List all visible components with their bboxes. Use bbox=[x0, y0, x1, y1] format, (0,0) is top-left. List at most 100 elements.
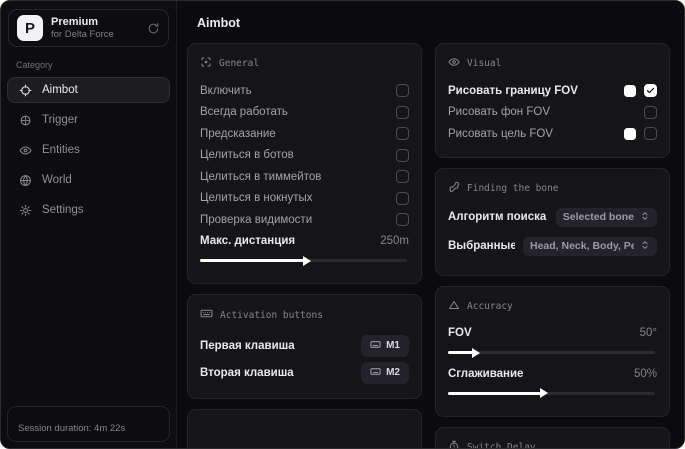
slider-fill[interactable] bbox=[448, 347, 480, 358]
slider-label: FOV bbox=[448, 327, 472, 340]
panel-title: Accuracy bbox=[467, 300, 513, 312]
sidebar-item-world[interactable]: World bbox=[7, 167, 170, 193]
keybind-row: Первая клавиша M1 bbox=[200, 332, 409, 359]
unfold-icon bbox=[640, 211, 650, 224]
keybind-button-m2[interactable]: M2 bbox=[361, 361, 409, 384]
slider-value: 50% bbox=[633, 367, 657, 380]
color-swatch[interactable] bbox=[624, 127, 636, 140]
sidebar-item-label: Aimbot bbox=[42, 84, 78, 96]
keyboard-icon bbox=[370, 366, 381, 380]
entities-icon bbox=[19, 144, 32, 157]
bone-algorithm-dropdown[interactable]: Selected bone bbox=[555, 207, 657, 227]
switch-delay-panel: Switch Delay Задержка переключения Задер… bbox=[435, 426, 670, 449]
gear-icon bbox=[19, 204, 32, 217]
main-content: Aimbot General Включить Всегда работать bbox=[177, 1, 684, 448]
slider-value: 250m bbox=[380, 235, 409, 248]
checkbox[interactable] bbox=[396, 84, 409, 98]
sidebar-item-trigger[interactable]: Trigger bbox=[7, 107, 170, 133]
slider-label: Макс. дистанция bbox=[200, 235, 296, 248]
panel-title: General bbox=[219, 58, 260, 69]
checkbox[interactable] bbox=[396, 127, 409, 141]
keybind-value: M1 bbox=[386, 340, 400, 351]
timer-icon bbox=[448, 440, 460, 448]
toggle-label: Включить bbox=[200, 84, 252, 97]
checkbox[interactable] bbox=[644, 105, 657, 119]
sidebar-item-entities[interactable]: Entities bbox=[7, 137, 170, 163]
visual-row: Рисовать границу FOV bbox=[448, 80, 657, 102]
visual-label: Рисовать цель FOV bbox=[448, 127, 553, 140]
toggle-row: Включить bbox=[200, 80, 409, 102]
left-column: General Включить Всегда работать Предска… bbox=[187, 43, 422, 448]
crosshair-icon bbox=[19, 84, 32, 97]
scan-icon bbox=[200, 56, 212, 71]
sidebar-item-label: Settings bbox=[42, 204, 84, 216]
max-distance-slider[interactable] bbox=[200, 255, 407, 266]
checkbox[interactable] bbox=[396, 105, 409, 119]
slider-row: Макс. дистанция 250m bbox=[200, 231, 409, 253]
slider-fill[interactable] bbox=[200, 255, 310, 266]
dropdown-label: Алгоритм поиска кости bbox=[448, 211, 548, 223]
toggle-row: Проверка видимости bbox=[200, 209, 409, 231]
smoothing-slider[interactable] bbox=[448, 388, 655, 398]
toggle-label: Целиться в нокнутых bbox=[200, 192, 313, 205]
bone-row: Выбранные кости Head, Neck, Body, Pe... bbox=[448, 234, 657, 259]
keybind-value: M2 bbox=[386, 367, 400, 378]
panel-title: Finding the bone bbox=[467, 182, 559, 194]
checkbox[interactable] bbox=[396, 148, 409, 162]
panel-title: Switch Delay bbox=[467, 441, 536, 449]
checkbox[interactable] bbox=[644, 127, 657, 141]
sidebar-item-aimbot[interactable]: Aimbot bbox=[7, 77, 170, 103]
checkbox[interactable] bbox=[396, 191, 409, 205]
activation-buttons-panel: Activation buttons Первая клавиша M1 Вто… bbox=[187, 294, 422, 399]
checkbox[interactable] bbox=[396, 170, 409, 184]
finding-bone-panel: Finding the bone Алгоритм поиска кости S… bbox=[435, 167, 670, 276]
brand-card: P Premium for Delta Force bbox=[8, 9, 169, 47]
bone-row: Алгоритм поиска кости Selected bone bbox=[448, 205, 657, 230]
color-swatch[interactable] bbox=[624, 84, 636, 97]
panel-title: Activation buttons bbox=[220, 309, 323, 321]
toggle-label: Целиться в тиммейтов bbox=[200, 170, 322, 183]
toggle-label: Предсказание bbox=[200, 127, 276, 140]
toggle-label: Целиться в ботов bbox=[200, 149, 294, 162]
keyboard-icon bbox=[370, 339, 381, 353]
sidebar-item-label: Entities bbox=[42, 144, 80, 156]
keybind-button-m1[interactable]: M1 bbox=[361, 334, 409, 357]
visual-label: Рисовать фон FOV bbox=[448, 106, 550, 119]
globe-icon bbox=[19, 174, 32, 187]
slider-fill[interactable] bbox=[448, 388, 549, 398]
keyboard-icon bbox=[200, 307, 213, 323]
bone-panel-header: Finding the bone bbox=[448, 181, 657, 196]
brand-title: Premium bbox=[51, 15, 99, 28]
toggle-row: Целиться в нокнутых bbox=[200, 188, 409, 210]
right-column: Visual Рисовать границу FOV Рисовать фон… bbox=[435, 43, 670, 448]
fov-slider[interactable] bbox=[448, 347, 655, 358]
keybind-label: Первая клавиша bbox=[200, 339, 295, 352]
slider-row: Сглаживание 50% bbox=[448, 363, 657, 385]
sidebar-item-settings[interactable]: Settings bbox=[7, 197, 170, 223]
checkbox[interactable] bbox=[396, 213, 409, 227]
visual-panel: Visual Рисовать границу FOV Рисовать фон… bbox=[435, 43, 670, 158]
brand-subtitle: for Delta Force bbox=[51, 28, 114, 40]
bone-icon bbox=[448, 181, 460, 196]
accuracy-panel-header: Accuracy bbox=[448, 299, 657, 314]
selected-bones-dropdown[interactable]: Head, Neck, Body, Pe... bbox=[523, 236, 657, 256]
eye-icon bbox=[448, 56, 460, 71]
toggle-row: Предсказание bbox=[200, 123, 409, 145]
accuracy-panel: Accuracy FOV 50° Сглаживание 50% bbox=[435, 285, 670, 417]
checkbox[interactable] bbox=[644, 84, 657, 98]
visual-label: Рисовать границу FOV bbox=[448, 84, 578, 97]
sidebar-item-label: World bbox=[42, 174, 72, 186]
general-panel-header: General bbox=[200, 56, 409, 71]
keybind-label: Вторая клавиша bbox=[200, 366, 294, 379]
refresh-icon[interactable] bbox=[147, 22, 160, 35]
slider-value: 50° bbox=[639, 327, 657, 340]
sidebar-nav: Aimbot Trigger Entities World Settings bbox=[7, 77, 170, 227]
unfold-icon bbox=[640, 240, 650, 253]
keybind-row: Вторая клавиша M2 bbox=[200, 359, 409, 386]
visual-panel-header: Visual bbox=[448, 56, 657, 71]
visual-row: Рисовать фон FOV bbox=[448, 102, 657, 124]
slider-row: FOV 50° bbox=[448, 323, 657, 345]
scope-icon bbox=[19, 114, 32, 127]
sidebar: P Premium for Delta Force Category Aimbo… bbox=[1, 1, 177, 448]
visual-row: Рисовать цель FOV bbox=[448, 123, 657, 145]
